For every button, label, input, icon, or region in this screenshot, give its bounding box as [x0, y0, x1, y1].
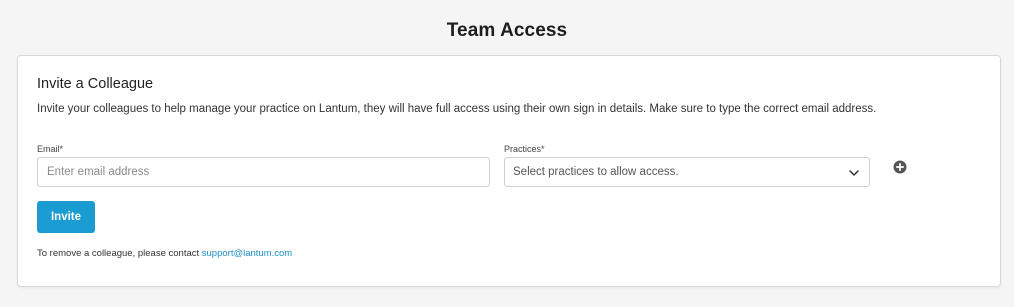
plus-circle-icon[interactable]: [893, 160, 907, 174]
invite-button[interactable]: Invite: [37, 201, 95, 233]
remove-note-text: To remove a colleague, please contact: [37, 248, 202, 259]
chevron-down-icon: [849, 170, 859, 176]
remove-colleague-note: To remove a colleague, please contact su…: [37, 248, 292, 259]
practices-select[interactable]: Select practices to allow access.: [504, 157, 870, 187]
email-field[interactable]: [37, 157, 490, 187]
invite-description: Invite your colleagues to help manage yo…: [37, 103, 877, 115]
practices-label: Practices*: [504, 144, 545, 154]
invite-card: Invite a Colleague Invite your colleague…: [17, 55, 1001, 287]
support-email-link[interactable]: support@lantum.com: [202, 248, 292, 259]
practices-placeholder: Select practices to allow access.: [513, 166, 679, 178]
email-label: Email*: [37, 144, 64, 154]
invite-heading: Invite a Colleague: [37, 76, 154, 92]
page-title: Team Access: [446, 20, 568, 41]
